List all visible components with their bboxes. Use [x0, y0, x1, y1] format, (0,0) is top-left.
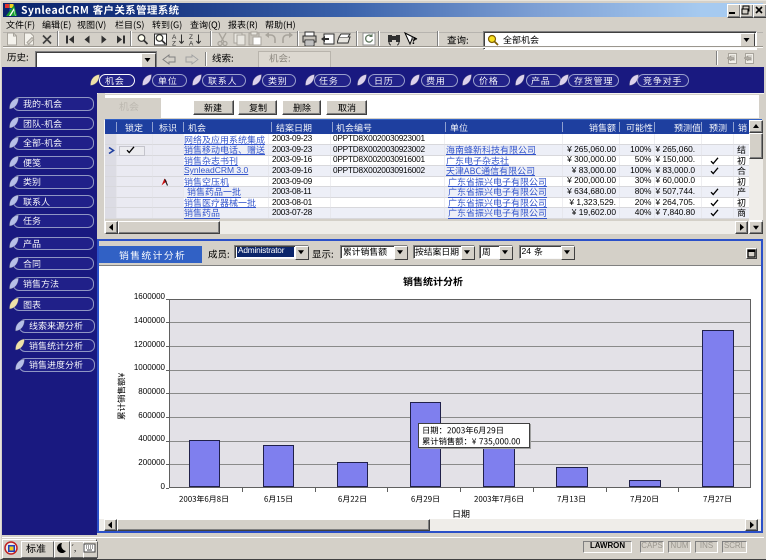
svg-text:?: ?	[411, 35, 417, 47]
svg-text:´,: ´,	[71, 543, 76, 553]
